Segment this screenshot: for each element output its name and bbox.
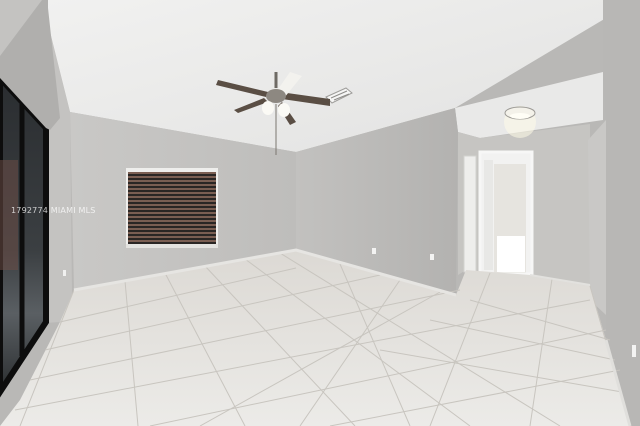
hallway-bright-floor [497,236,525,272]
window-blinds [128,172,216,244]
fan-light-shade [262,101,274,115]
wall-outlet [372,248,376,254]
wall-outlet [63,270,66,276]
wall-outlet [632,345,636,357]
fan-motor [266,89,286,103]
room-photo: 1792774 MIAMI MLS [0,0,640,426]
wall-outlet [430,254,434,260]
hallway-open-door [484,160,493,270]
mls-watermark: 1792774 MIAMI MLS [11,206,96,215]
door-reflection [0,160,18,270]
room-scene [0,0,640,426]
right-door-jamb [588,120,606,315]
fan-light-shade [278,103,290,117]
window-sill [126,244,218,248]
hallway-side-door [463,155,477,273]
